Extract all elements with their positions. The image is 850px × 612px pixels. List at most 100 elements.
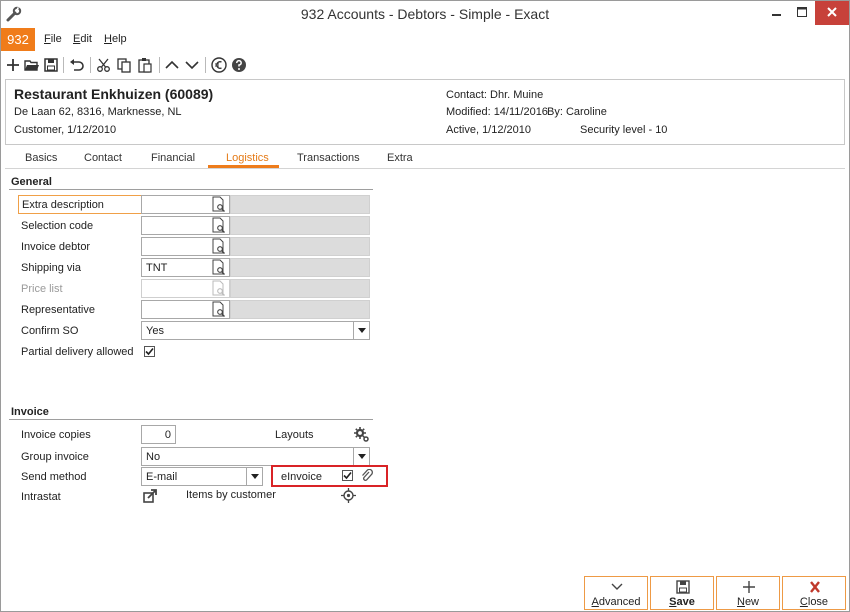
- toolbar: [1, 53, 849, 77]
- modified-info: Modified: 14/11/2016: [446, 106, 548, 118]
- debtor-header: Restaurant Enkhuizen (60089) De Laan 62,…: [5, 79, 845, 145]
- group-invoice-select[interactable]: No: [141, 447, 370, 466]
- send-method-select[interactable]: E-mail: [141, 467, 263, 486]
- tab-logistics[interactable]: Logistics: [226, 152, 269, 164]
- shipping-via-display: [230, 258, 370, 277]
- debtor-name: Restaurant Enkhuizen (60089): [14, 86, 214, 102]
- items-by-customer-label: Items by customer: [186, 489, 276, 501]
- menu-bar: 932 File Edit Help: [1, 28, 849, 51]
- cut-icon[interactable]: [95, 56, 113, 74]
- lookup-icon[interactable]: [210, 259, 227, 276]
- new-label: New: [736, 596, 759, 608]
- tab-financial[interactable]: Financial: [151, 152, 195, 164]
- close-button[interactable]: Close: [782, 576, 846, 610]
- copy-icon[interactable]: [115, 56, 133, 74]
- target-icon[interactable]: [341, 488, 356, 503]
- save-icon[interactable]: [42, 56, 60, 74]
- new-icon[interactable]: [4, 56, 22, 74]
- price-list-label: Price list: [21, 283, 63, 295]
- paperclip-icon[interactable]: [360, 469, 374, 483]
- representative-label: Representative: [21, 304, 95, 316]
- next-icon[interactable]: [183, 56, 201, 74]
- send-method-value: E-mail: [146, 471, 178, 483]
- paste-icon[interactable]: [136, 56, 154, 74]
- chevron-down-icon[interactable]: [246, 468, 262, 485]
- layouts-settings-icon[interactable]: [353, 426, 370, 443]
- tab-bar: Basics Contact Financial Logistics Trans…: [5, 151, 845, 169]
- close-icon: [827, 7, 837, 17]
- active-tab-indicator: [208, 165, 279, 168]
- partial-delivery-checkbox[interactable]: [144, 346, 155, 357]
- lookup-icon[interactable]: [210, 196, 227, 213]
- section-invoice-title: Invoice: [11, 406, 49, 418]
- lookup-icon[interactable]: [210, 238, 227, 255]
- minimize-icon: [772, 14, 781, 16]
- section-general-title: General: [11, 176, 52, 188]
- einvoice-checkbox[interactable]: [342, 470, 353, 481]
- security-level: Security level - 10: [580, 124, 668, 136]
- confirm-so-value: Yes: [146, 325, 164, 337]
- tab-transactions[interactable]: Transactions: [297, 152, 360, 164]
- invoice-copies-input[interactable]: 0: [141, 425, 176, 444]
- confirm-so-select[interactable]: Yes: [141, 321, 370, 340]
- company-number[interactable]: 932: [1, 28, 35, 51]
- chevron-down-icon[interactable]: [353, 322, 369, 339]
- checkmark-icon: [343, 471, 352, 480]
- new-button[interactable]: New: [716, 576, 780, 610]
- lookup-icon[interactable]: [210, 217, 227, 234]
- invoice-debtor-display: [230, 237, 370, 256]
- maximize-button[interactable]: [789, 1, 815, 25]
- help-icon[interactable]: [230, 56, 248, 74]
- euro-icon[interactable]: [210, 56, 228, 74]
- close-window-button[interactable]: [815, 1, 849, 25]
- section-divider: [9, 189, 373, 190]
- toolbar-separator: [63, 57, 64, 73]
- partial-delivery-label: Partial delivery allowed: [21, 346, 134, 358]
- price-list-display: [230, 279, 370, 298]
- intrastat-label: Intrastat: [21, 491, 61, 503]
- chevron-down-icon[interactable]: [353, 448, 369, 465]
- invoice-debtor-label: Invoice debtor: [21, 241, 91, 253]
- open-icon[interactable]: [23, 56, 41, 74]
- confirm-so-label: Confirm SO: [21, 325, 79, 337]
- extra-description-display: [230, 195, 370, 214]
- application-window: 932 Accounts - Debtors - Simple - Exact …: [0, 0, 850, 612]
- contact-info: Contact: Dhr. Muine: [446, 89, 544, 101]
- menu-help[interactable]: Help: [104, 33, 127, 45]
- toolbar-separator: [159, 57, 160, 73]
- advanced-button[interactable]: Advanced: [584, 576, 648, 610]
- toolbar-separator: [205, 57, 206, 73]
- debtor-address: De Laan 62, 8316, Marknesse, NL: [14, 106, 182, 118]
- active-info: Active, 1/12/2010: [446, 124, 532, 136]
- selection-code-label: Selection code: [21, 220, 94, 232]
- save-button[interactable]: Save: [650, 576, 714, 610]
- close-icon: [810, 581, 820, 593]
- tab-contact[interactable]: Contact: [84, 152, 122, 164]
- selection-code-display: [230, 216, 370, 235]
- minimize-button[interactable]: [763, 1, 789, 25]
- shipping-via-label: Shipping via: [21, 262, 81, 274]
- extra-description-label: Extra description: [18, 195, 142, 214]
- undo-icon[interactable]: [68, 56, 86, 74]
- lookup-icon: [212, 280, 225, 296]
- toolbar-separator: [90, 57, 91, 73]
- lookup-icon[interactable]: [210, 301, 227, 318]
- group-invoice-value: No: [146, 451, 161, 463]
- modified-by: By: Caroline: [547, 106, 607, 118]
- send-method-label: Send method: [21, 471, 87, 483]
- title-bar: 932 Accounts - Debtors - Simple - Exact: [1, 1, 849, 28]
- advanced-label: Advanced: [591, 596, 641, 608]
- save-icon: [676, 580, 690, 594]
- debtor-type: Customer, 1/12/2010: [14, 124, 117, 136]
- tab-basics[interactable]: Basics: [25, 152, 57, 164]
- einvoice-label: eInvoice: [281, 471, 322, 483]
- menu-edit[interactable]: Edit: [73, 33, 92, 45]
- open-link-icon[interactable]: [142, 488, 158, 504]
- invoice-copies-label: Invoice copies: [21, 429, 91, 441]
- group-invoice-label: Group invoice: [21, 451, 89, 463]
- previous-icon[interactable]: [163, 56, 181, 74]
- representative-display: [230, 300, 370, 319]
- tab-extra[interactable]: Extra: [387, 152, 413, 164]
- menu-file[interactable]: File: [44, 33, 62, 45]
- section-divider: [9, 419, 373, 420]
